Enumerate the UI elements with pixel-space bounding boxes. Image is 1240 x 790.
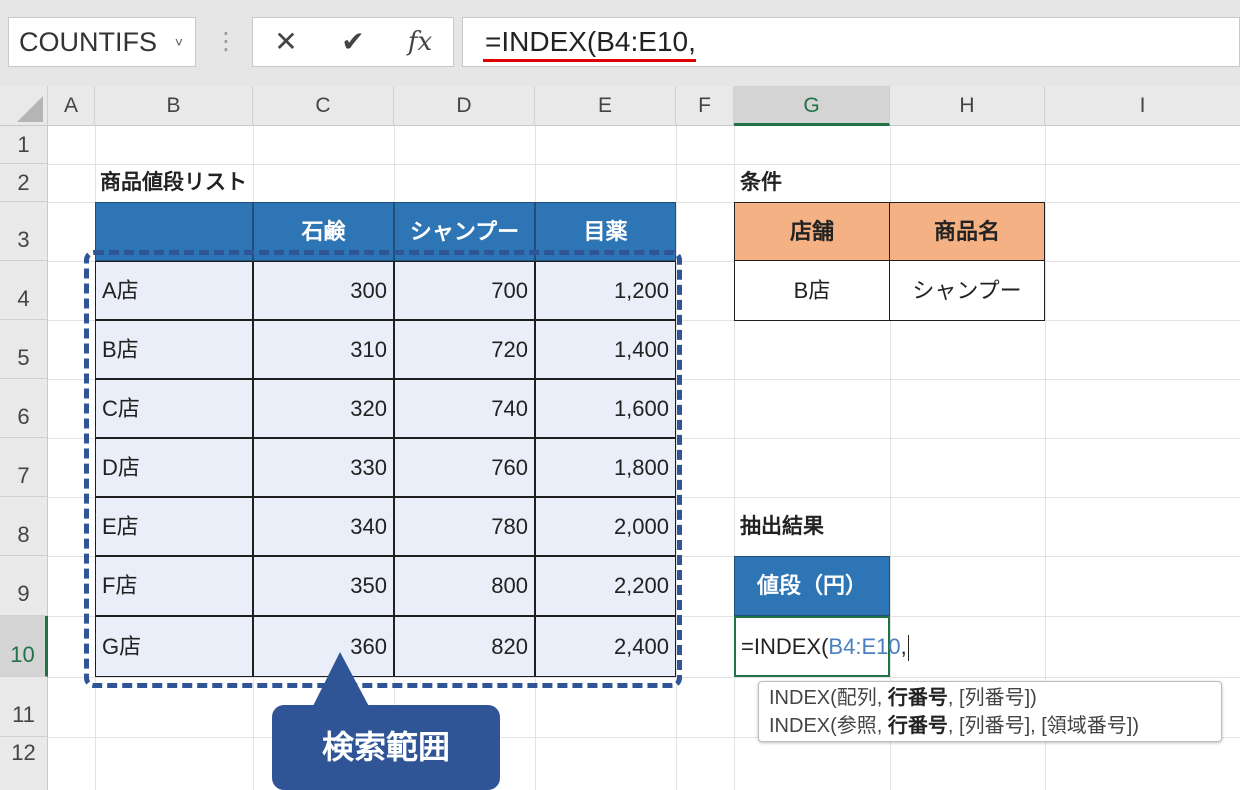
tooltip-line-reference[interactable]: INDEX(参照, 行番号, [列番号], [領域番号]): [769, 712, 1211, 740]
row-header-10[interactable]: 10: [0, 616, 48, 677]
row-header-6[interactable]: 6: [0, 379, 48, 438]
checkmark-icon[interactable]: ✔: [328, 18, 378, 66]
column-header-a[interactable]: A: [48, 86, 95, 126]
column-header-g[interactable]: G: [734, 86, 890, 126]
search-range-callout: 検索範囲: [272, 705, 500, 790]
tooltip-line-array[interactable]: INDEX(配列, 行番号, [列番号]): [769, 684, 1211, 712]
range-reference: B4:E10: [828, 634, 901, 659]
insert-function-icon[interactable]: fx: [395, 18, 445, 66]
row-header-8[interactable]: 8: [0, 497, 48, 556]
formula-buttons: ✕ ✔ fx: [252, 17, 454, 67]
row-header-5[interactable]: 5: [0, 320, 48, 379]
column-header-i[interactable]: I: [1045, 86, 1240, 126]
select-all-triangle-icon: [17, 96, 43, 122]
tooltip-text: INDEX(配列,: [769, 687, 888, 709]
name-box-value: COUNTIFS: [19, 27, 157, 57]
condition-header-store[interactable]: 店舗: [734, 202, 890, 261]
search-range-highlight: [84, 250, 682, 688]
text-cursor: [907, 635, 909, 662]
name-box[interactable]: COUNTIFS ˅: [8, 17, 196, 67]
function-tooltip: INDEX(配列, 行番号, [列番号]) INDEX(参照, 行番号, [列番…: [758, 681, 1222, 742]
active-cell-editor[interactable]: =INDEX(B4:E10,: [734, 616, 909, 677]
column-header-e[interactable]: E: [535, 86, 676, 126]
column-headers: A B C D E F G H I: [0, 86, 1240, 126]
conditions-title: 条件: [740, 171, 782, 194]
tooltip-text: , [列番号]): [947, 687, 1037, 709]
formula-bar: COUNTIFS ˅ ⋮ ✕ ✔ fx =INDEX(B4:E10,: [0, 0, 1240, 86]
row-header-11[interactable]: 11: [0, 677, 48, 737]
price-table-title: 商品値段リスト: [100, 171, 247, 194]
row-header-7[interactable]: 7: [0, 438, 48, 497]
row-header-4[interactable]: 4: [0, 261, 48, 320]
row-header-1[interactable]: 1: [0, 126, 48, 164]
column-header-b[interactable]: B: [95, 86, 253, 126]
row-header-3[interactable]: 3: [0, 202, 48, 261]
chevron-down-icon[interactable]: ˅: [175, 18, 183, 66]
column-header-h[interactable]: H: [890, 86, 1045, 126]
row-header-2[interactable]: 2: [0, 164, 48, 202]
tooltip-text: , [列番号], [領域番号]): [947, 715, 1140, 737]
formula-suffix: ,: [900, 634, 907, 659]
column-header-f[interactable]: F: [676, 86, 734, 126]
condition-header-product[interactable]: 商品名: [889, 202, 1045, 261]
condition-value-store[interactable]: B店: [734, 260, 890, 321]
tooltip-current-arg: 行番号: [887, 715, 948, 737]
row-header-12[interactable]: 12: [0, 737, 48, 790]
more-options-icon: ⋮: [214, 28, 238, 55]
column-header-d[interactable]: D: [394, 86, 535, 126]
column-header-c[interactable]: C: [253, 86, 394, 126]
select-all-button[interactable]: [0, 86, 48, 126]
tooltip-current-arg: 行番号: [887, 687, 948, 709]
condition-value-product[interactable]: シャンプー: [889, 260, 1045, 321]
result-title: 抽出結果: [740, 515, 824, 538]
formula-underline: [483, 59, 696, 62]
cancel-icon[interactable]: ✕: [261, 18, 311, 66]
formula-prefix: =INDEX(: [741, 634, 829, 659]
result-header[interactable]: 値段（円）: [734, 556, 890, 616]
tooltip-text: INDEX(参照,: [769, 715, 888, 737]
row-header-9[interactable]: 9: [0, 556, 48, 616]
